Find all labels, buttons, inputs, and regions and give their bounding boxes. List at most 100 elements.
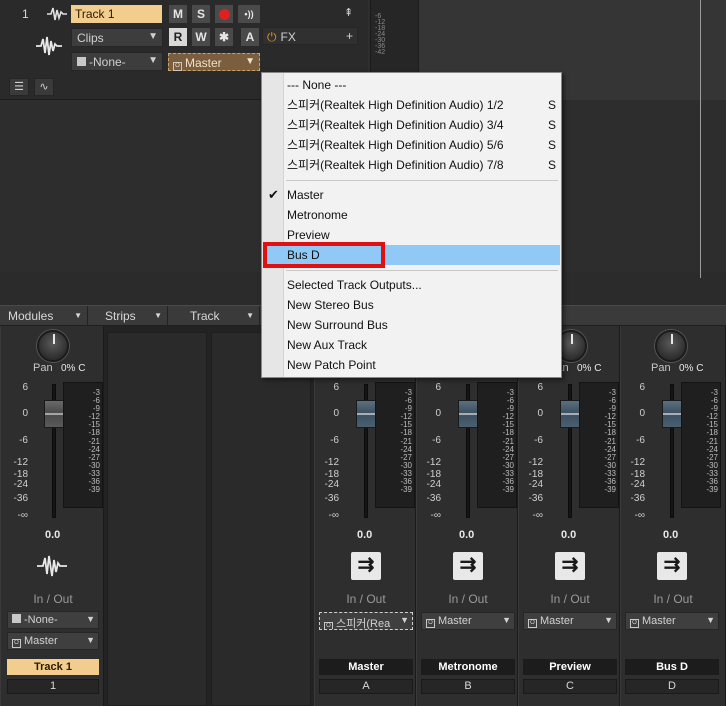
fader-scale-minus24: -24 — [630, 479, 645, 490]
pan-knob[interactable] — [655, 330, 687, 362]
input-icon — [12, 614, 21, 623]
write-automation-button[interactable]: W — [191, 27, 211, 47]
menu-item-master[interactable]: ✔ Master — [263, 185, 560, 205]
fader-scale-minus12: -12 — [528, 457, 543, 468]
output-dropdown-label: Master — [642, 615, 676, 627]
fader-scale-minus12: -12 — [324, 457, 339, 468]
record-arm-button[interactable] — [214, 4, 234, 24]
meter-scale: -3 -6 -9 -12 -15 -18 -21 -24 -27 -30 -33 -36 -39 — [88, 388, 100, 495]
strip-letter: C — [523, 679, 617, 694]
track-number: 1 — [22, 7, 29, 21]
output-icon: O — [12, 639, 21, 648]
menu-item-label: 스피커(Realtek High Definition Audio) 5/6 — [287, 138, 504, 152]
menu-item-new-surround-bus[interactable]: New Surround Bus — [263, 315, 560, 335]
modules-menu[interactable]: Modules ▼ — [0, 306, 88, 326]
output-dropdown-label: 스피커(Rea — [336, 618, 391, 630]
volume-fader[interactable] — [356, 400, 376, 428]
menu-item-label: 스피커(Realtek High Definition Audio) 1/2 — [287, 98, 504, 112]
now-time-cursor[interactable] — [700, 0, 701, 278]
track-meter-scale: -6 -12 -18 -24 -30 -36 -42 — [375, 13, 386, 56]
meter-scale: -3 -6 -9 -12 -15 -18 -21 -24 -27 -30 -33 -36 -39 — [502, 388, 514, 495]
menu-item-new-aux-track[interactable]: New Aux Track — [263, 335, 560, 355]
fader-scale-minus24: -24 — [13, 479, 28, 490]
meter-scale: -3 -6 -9 -12 -15 -18 -21 -24 -27 -30 -33 -36 -39 — [604, 388, 616, 495]
bus-icon: ⇉ — [555, 552, 585, 580]
track-strip: Pan 0% C 6 0 -6 -12 -18 -24 -36 -∞ -3 -6-… — [0, 326, 104, 706]
menu-item-metronome[interactable]: Metronome — [263, 205, 560, 225]
menu-item-selected-track-outputs[interactable]: Selected Track Outputs... — [263, 275, 560, 295]
clips-dropdown-label: Clips — [77, 31, 104, 45]
fader-scale-minus-inf: -∞ — [17, 510, 28, 521]
menu-item-label: New Aux Track — [287, 338, 368, 352]
menu-item-new-stereo-bus[interactable]: New Stereo Bus — [263, 295, 560, 315]
menu-item-speaker-5-6[interactable]: 스피커(Realtek High Definition Audio) 5/6 S — [263, 135, 560, 155]
strip-name[interactable]: Track 1 — [7, 659, 99, 675]
strip-name[interactable]: Master — [319, 659, 413, 675]
strips-menu[interactable]: Strips ▼ — [88, 306, 168, 326]
input-dropdown[interactable]: -None- ▼ — [7, 611, 99, 629]
add-fx-icon[interactable]: + — [346, 29, 353, 43]
volume-fader[interactable] — [662, 400, 682, 428]
read-automation-button[interactable]: R — [168, 27, 188, 47]
fader-scale-minus-inf: -∞ — [328, 510, 339, 521]
fader-scale-6: 6 — [22, 382, 28, 393]
volume-value: 0.0 — [357, 529, 373, 541]
track-menu[interactable]: Track ▼ — [168, 306, 260, 326]
automation-lane-icon[interactable]: ∿ — [34, 78, 54, 96]
output-dropdown[interactable]: O Master ▼ — [421, 612, 515, 630]
fader-scale-minus36: -36 — [630, 493, 645, 504]
menu-item-label: 스피커(Realtek High Definition Audio) 7/8 — [287, 158, 504, 172]
output-dropdown[interactable]: O 스피커(Rea ▼ — [319, 612, 413, 630]
output-dropdown[interactable]: O Master ▼ — [523, 612, 617, 630]
bus-strip-preview: Pan 0% C 6 0 -6 -12 -18 -24 -36 -∞ -3-6-… — [518, 326, 620, 706]
level-meter: -3 -6 -9 -12 -15 -18 -21 -24 -27 -30 -33 -36 -39 — [579, 382, 619, 508]
volume-value: 0.0 — [561, 529, 577, 541]
fader-scale-minus6: -6 — [19, 435, 28, 446]
menu-item-speaker-3-4[interactable]: 스피커(Realtek High Definition Audio) 3/4 S — [263, 115, 560, 135]
menu-item-label: Selected Track Outputs... — [287, 278, 422, 292]
output-dropdown[interactable]: O Master ▼ — [168, 53, 260, 71]
volume-fader[interactable] — [44, 400, 64, 428]
chevron-down-icon: ▼ — [86, 614, 95, 624]
in-out-label: In / Out — [653, 592, 693, 606]
output-dropdown[interactable]: O Master ▼ — [7, 632, 99, 650]
menu-item-speaker-7-8[interactable]: 스피커(Realtek High Definition Audio) 7/8 S — [263, 155, 560, 175]
pan-label: Pan — [33, 362, 53, 374]
strip-name[interactable]: Preview — [523, 659, 617, 675]
menu-item-label: New Surround Bus — [287, 318, 388, 332]
strip-name[interactable]: Metronome — [421, 659, 515, 675]
freeze-button[interactable]: ✱ — [214, 27, 234, 47]
in-out-label: In / Out — [346, 592, 386, 606]
fader-scale-minus6: -6 — [636, 435, 645, 446]
fader-scale-minus36: -36 — [426, 493, 441, 504]
input-dropdown-label: -None- — [89, 55, 126, 69]
fx-bin[interactable]: ⏻ FX + — [262, 27, 358, 45]
track-menu-icon[interactable]: ☰ — [9, 78, 29, 96]
annotation-highlight-box — [263, 242, 385, 268]
input-echo-button[interactable]: •)) — [237, 4, 261, 24]
input-dropdown[interactable]: -None- ▼ — [71, 52, 163, 71]
strip-name[interactable]: Bus D — [625, 659, 719, 675]
menu-item-speaker-1-2[interactable]: 스피커(Realtek High Definition Audio) 1/2 S — [263, 95, 560, 115]
menu-item-new-patch-point[interactable]: New Patch Point — [263, 355, 560, 375]
volume-fader[interactable] — [458, 400, 478, 428]
menu-item-none[interactable]: --- None --- — [263, 75, 560, 95]
mute-button[interactable]: M — [168, 4, 188, 24]
menu-item-label: Metronome — [287, 208, 348, 222]
output-icon: O — [173, 62, 182, 71]
collapse-icon[interactable]: ⇞ — [344, 6, 353, 19]
volume-fader[interactable] — [560, 400, 580, 428]
pan-knob[interactable] — [37, 330, 69, 362]
track-name-field[interactable]: Track 1 — [71, 5, 162, 23]
level-meter: -3 -6 -9 -12 -15 -18 -21 -24 -27 -30 -33 -36 -39 — [681, 382, 721, 508]
archive-button[interactable]: A — [240, 27, 260, 47]
checkmark-icon: ✔ — [268, 187, 279, 202]
input-icon — [77, 57, 86, 66]
menu-item-label: New Patch Point — [287, 358, 376, 372]
output-dropdown[interactable]: O Master ▼ — [625, 612, 719, 630]
pan-value: 0% C — [61, 363, 86, 374]
clips-dropdown[interactable]: Clips ▼ — [71, 28, 163, 47]
solo-button[interactable]: S — [191, 4, 211, 24]
power-icon[interactable]: ⏻ — [267, 30, 277, 44]
fader-scale-minus12: -12 — [13, 457, 28, 468]
